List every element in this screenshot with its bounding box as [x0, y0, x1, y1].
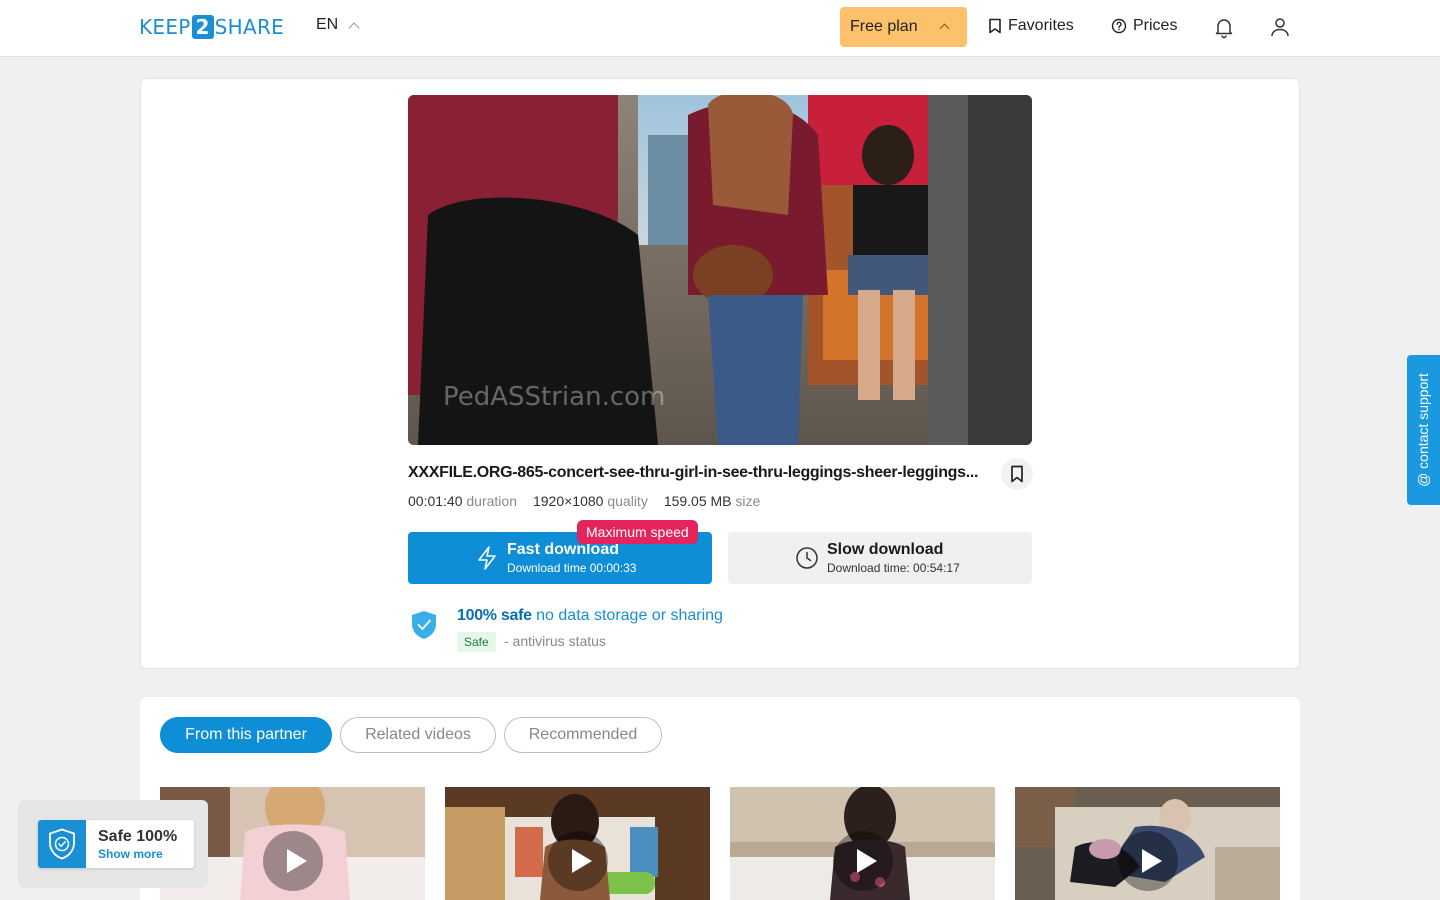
- favorites-label: Favorites: [1008, 17, 1074, 34]
- free-plan-label: Free plan: [850, 18, 918, 35]
- contact-support-label: @ contact support: [1415, 373, 1431, 487]
- duration-info: 00:01:40 duration: [408, 493, 517, 509]
- tab-from-this-partner[interactable]: From this partner: [160, 717, 332, 753]
- prices-link[interactable]: Prices: [1111, 17, 1177, 35]
- language-label: EN: [316, 16, 339, 33]
- slow-download-button[interactable]: Slow download Download time: 00:54:17: [728, 532, 1032, 584]
- video-thumbnail-4[interactable]: [1015, 787, 1280, 900]
- video-thumbnail-image: PedASStrian.com: [408, 95, 1032, 445]
- svg-text:PedASStrian.com: PedASStrian.com: [443, 382, 665, 412]
- safe-popup-title: Safe 100%: [98, 828, 178, 845]
- quality-info: 1920×1080 quality: [533, 493, 648, 509]
- chevron-up-icon: [348, 21, 360, 34]
- shield-check-icon: [412, 611, 436, 639]
- bookmark-icon: [989, 18, 1001, 34]
- prices-label: Prices: [1133, 17, 1178, 34]
- site-logo[interactable]: KEEP 2 SHARE: [139, 14, 284, 40]
- logo-text-2: 2: [191, 15, 214, 39]
- bookmark-icon: [1011, 465, 1023, 483]
- top-header: KEEP 2 SHARE EN Free plan Favorites Pric…: [0, 0, 1440, 57]
- contact-support-tab[interactable]: @ contact support: [1407, 355, 1440, 505]
- show-more-link[interactable]: Show more: [98, 847, 163, 861]
- duration-label: duration: [466, 493, 517, 509]
- slow-download-time: Download time: 00:54:17: [827, 561, 960, 575]
- slow-download-label: Slow download: [827, 541, 944, 558]
- antivirus-status-badge: Safe: [457, 632, 496, 652]
- add-to-favorites-button[interactable]: [1001, 458, 1033, 490]
- safe-popup[interactable]: Safe 100% Show more: [38, 820, 194, 868]
- user-icon[interactable]: [1268, 15, 1292, 39]
- safety-text: no data storage or sharing: [536, 607, 723, 624]
- quality-value: 1920×1080: [532, 493, 604, 509]
- language-selector[interactable]: EN: [316, 16, 360, 34]
- logo-text-keep: KEEP: [139, 15, 191, 39]
- clock-icon: [796, 547, 818, 569]
- video-thumbnail-3[interactable]: [730, 787, 995, 900]
- favorites-link[interactable]: Favorites: [988, 17, 1074, 35]
- quality-label: quality: [607, 493, 648, 509]
- chevron-up-icon: [939, 23, 950, 34]
- logo-text-share: SHARE: [214, 15, 285, 39]
- bell-icon[interactable]: [1212, 15, 1236, 39]
- tab-related-videos[interactable]: Related videos: [340, 717, 496, 753]
- size-label: size: [735, 493, 761, 509]
- play-icon: [262, 831, 323, 891]
- file-name: XXXFILE.ORG-865-concert-see-thru-girl-in…: [408, 464, 979, 481]
- play-icon: [547, 831, 608, 891]
- lightning-icon: [478, 546, 496, 570]
- size-info: 159.05 MB size: [664, 493, 761, 509]
- play-icon: [832, 831, 893, 891]
- duration-value: 00:01:40: [408, 493, 463, 509]
- maximum-speed-badge: Maximum speed: [577, 520, 698, 544]
- shield-check-icon: [38, 820, 86, 868]
- file-meta: 00:01:40 duration 1920×1080 quality 159.…: [408, 493, 760, 509]
- tab-recommended[interactable]: Recommended: [504, 717, 662, 753]
- fast-download-time: Download time 00:00:33: [507, 561, 637, 575]
- video-thumbnail-2[interactable]: [445, 787, 710, 900]
- safety-headline: 100% safe no data storage or sharing: [457, 607, 723, 625]
- help-circle-icon: [1111, 18, 1127, 34]
- safety-bold: 100% safe: [457, 607, 532, 624]
- free-plan-button[interactable]: Free plan: [840, 7, 967, 47]
- size-value: 159.05 MB: [663, 493, 732, 509]
- play-icon: [1117, 831, 1178, 891]
- antivirus-status-text: - antivirus status: [504, 633, 606, 649]
- video-preview[interactable]: PedASStrian.com: [408, 95, 1032, 445]
